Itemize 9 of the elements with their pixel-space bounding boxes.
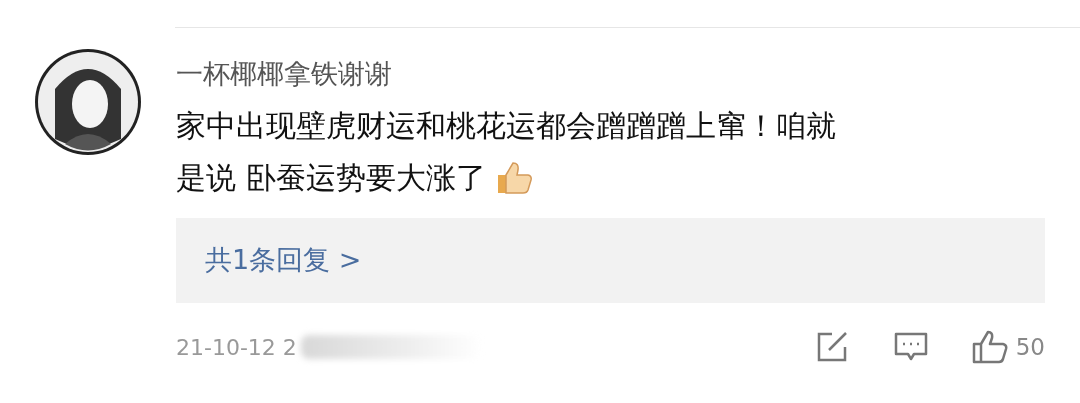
comment-icon[interactable] bbox=[893, 331, 928, 363]
replies-link[interactable]: 共1条回复 > bbox=[205, 240, 362, 281]
edit-icon[interactable] bbox=[815, 331, 850, 363]
avatar[interactable] bbox=[35, 49, 141, 155]
comment-date: 21-10-12 2 bbox=[176, 333, 297, 362]
like-count: 50 bbox=[1015, 332, 1045, 362]
comment-text: 家中出现壁虎财运和桃花运都会蹭蹭蹭上窜！咱就 是说 卧蚕运势要大涨了 bbox=[176, 107, 837, 198]
like-icon[interactable] bbox=[971, 330, 1008, 364]
username[interactable]: 一杯椰椰拿铁谢谢 bbox=[176, 56, 1045, 92]
